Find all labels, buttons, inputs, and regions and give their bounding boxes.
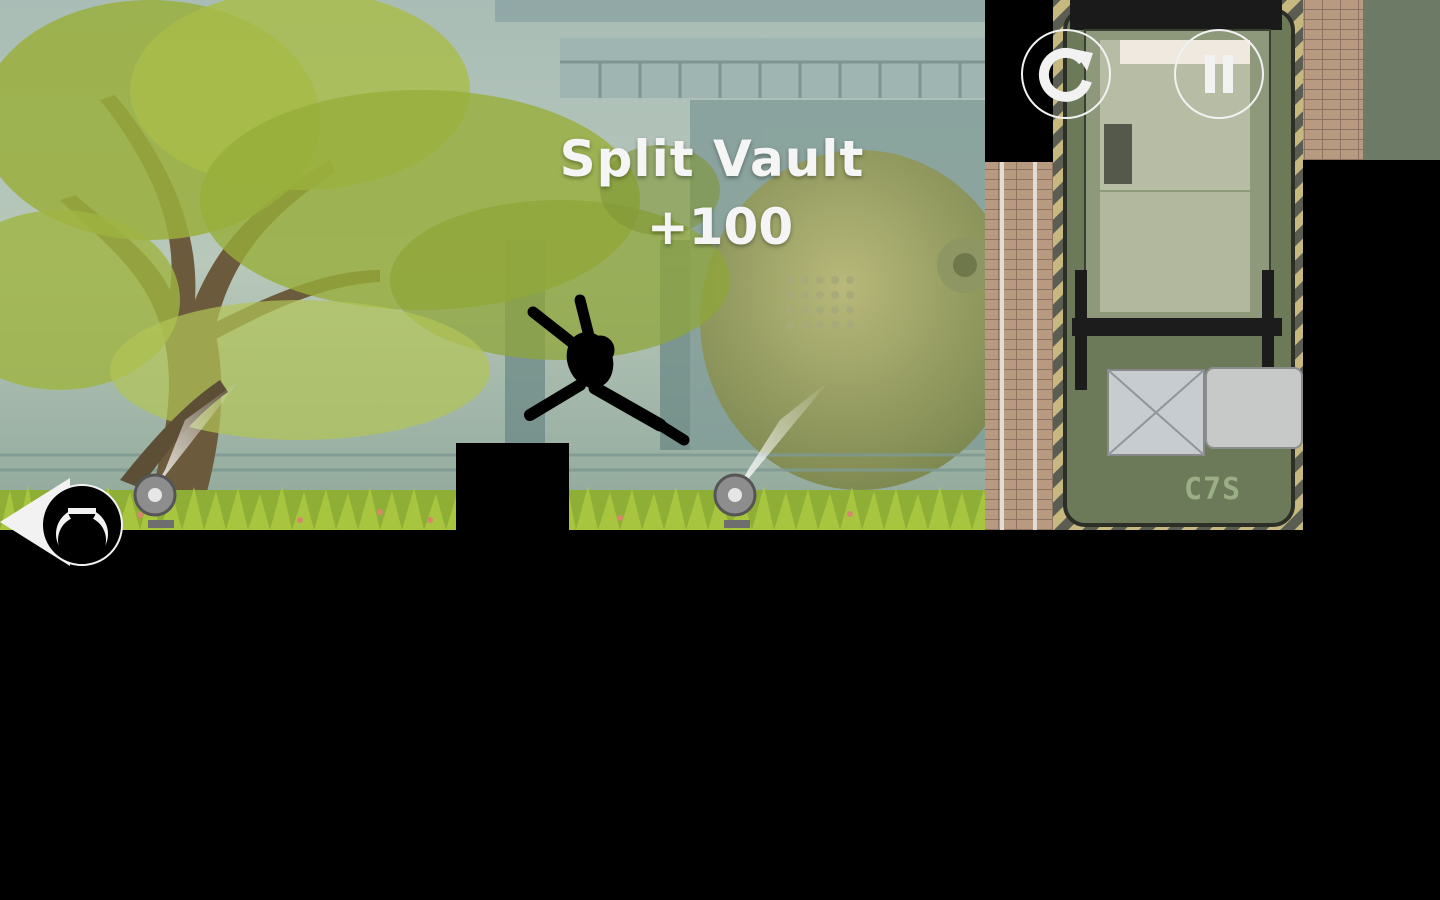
restart-button[interactable]	[1021, 29, 1111, 119]
truck-plate-text: C7S	[1184, 472, 1242, 507]
brick-pillar	[985, 162, 1053, 530]
trick-name-text: Split Vault	[559, 130, 865, 188]
crate-obstacle	[456, 443, 569, 533]
ground	[0, 530, 1440, 900]
trick-points-text: +100	[646, 198, 794, 256]
pause-icon	[1205, 55, 1233, 93]
restart-arrow-icon	[1038, 47, 1093, 102]
pause-button[interactable]	[1174, 29, 1264, 119]
